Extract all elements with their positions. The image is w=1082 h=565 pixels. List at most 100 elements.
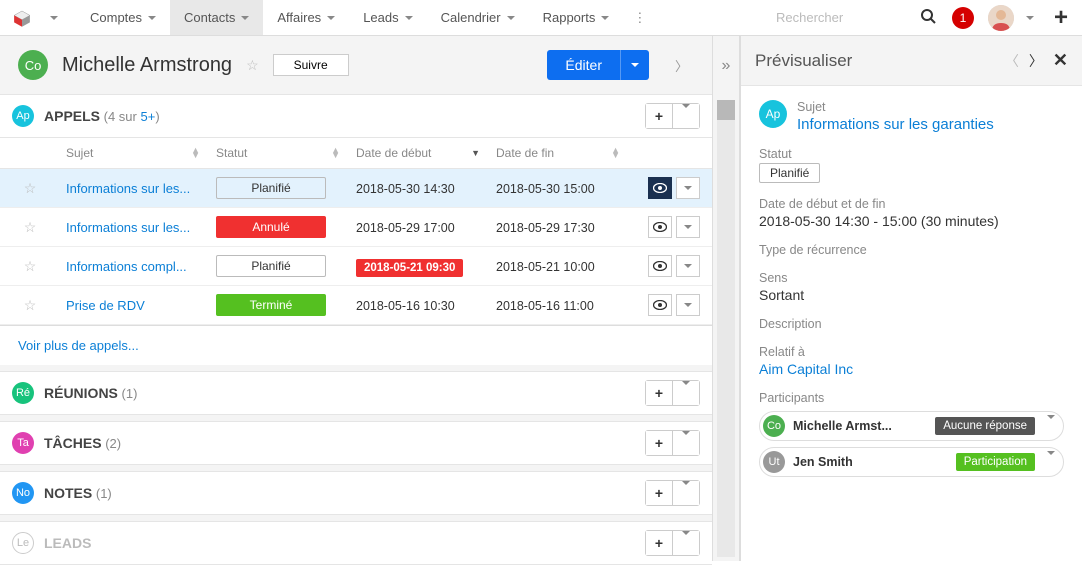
sort-icon[interactable]: ▲▼ <box>191 148 200 158</box>
caret-down-icon <box>405 16 413 20</box>
appels-count-link[interactable]: 5+ <box>140 109 155 124</box>
col-start[interactable]: Date de début <box>356 146 431 160</box>
appels-add-button[interactable]: + <box>646 104 673 128</box>
app-logo-icon[interactable] <box>8 4 36 32</box>
nav-item-calendrier[interactable]: Calendrier <box>427 0 529 35</box>
row-favorite-icon[interactable]: ☆ <box>24 258 37 274</box>
record-header: Co Michelle Armstrong ☆ Suivre Éditer 〉 <box>0 36 712 94</box>
row-menu-button[interactable] <box>676 294 700 316</box>
participant-response-badge: Participation <box>956 453 1035 471</box>
table-row[interactable]: ☆Informations sur les...Planifié2018-05-… <box>0 169 712 208</box>
row-subject-link[interactable]: Informations sur les... <box>66 181 204 196</box>
preview-title: Prévisualiser <box>755 51 852 71</box>
caret-down-icon <box>682 531 690 551</box>
panel-add-button[interactable]: + <box>646 531 673 555</box>
row-favorite-icon[interactable]: ☆ <box>24 219 37 235</box>
table-row[interactable]: ☆Informations sur les...Annulé2018-05-29… <box>0 208 712 247</box>
panel-header-réunions[interactable]: RéRÉUNIONS (1)+ <box>0 371 712 415</box>
row-favorite-icon[interactable]: ☆ <box>24 180 37 196</box>
row-menu-button[interactable] <box>676 177 700 199</box>
caret-down-icon <box>682 381 690 401</box>
preview-row-icon[interactable] <box>648 294 672 316</box>
participant-menu-icon[interactable] <box>1043 419 1059 434</box>
follow-button[interactable]: Suivre <box>273 54 349 76</box>
row-favorite-icon[interactable]: ☆ <box>24 297 37 313</box>
nav-item-comptes[interactable]: Comptes <box>76 0 170 35</box>
panel-menu-button[interactable] <box>673 481 699 505</box>
table-row[interactable]: ☆Informations compl...Planifié2018-05-21… <box>0 247 712 286</box>
panel-menu-button[interactable] <box>673 431 699 455</box>
user-avatar[interactable] <box>988 5 1014 31</box>
record-type-badge: Co <box>18 50 48 80</box>
table-row[interactable]: ☆Prise de RDVTerminé2018-05-16 10:302018… <box>0 286 712 325</box>
search-icon[interactable] <box>912 8 944 27</box>
favorite-star-icon[interactable]: ☆ <box>246 57 259 74</box>
record-title: Michelle Armstrong <box>62 54 232 77</box>
row-subject-link[interactable]: Informations compl... <box>66 259 204 274</box>
panel-badge-icon: Le <box>12 532 34 554</box>
row-status-badge: Planifié <box>216 255 326 277</box>
panel-menu-button[interactable] <box>673 381 699 405</box>
preview-next-icon[interactable]: 〉 <box>1029 51 1043 71</box>
pv-description-label: Description <box>759 317 1064 331</box>
search-input[interactable] <box>772 6 912 29</box>
notification-badge[interactable]: 1 <box>952 7 974 29</box>
nav-item-rapports[interactable]: Rapports <box>529 0 624 35</box>
participant-menu-icon[interactable] <box>1043 455 1059 470</box>
pv-related-link[interactable]: Aim Capital Inc <box>759 361 853 377</box>
col-end[interactable]: Date de fin <box>496 146 554 160</box>
panel-count: (1) <box>96 486 112 501</box>
pv-subject-link[interactable]: Informations sur les garanties <box>797 116 994 133</box>
nav-more-icon[interactable]: ⋮ <box>623 10 656 26</box>
panel-title: NOTES <box>44 485 92 501</box>
preview-prev-icon[interactable]: 〈 <box>1005 51 1019 71</box>
pv-recurrence-label: Type de récurrence <box>759 243 1064 257</box>
panel-menu-button[interactable] <box>673 531 699 555</box>
nav-item-leads[interactable]: Leads <box>349 0 426 35</box>
caret-down-icon <box>1026 16 1034 20</box>
participant-row: UtJen SmithParticipation <box>759 447 1064 477</box>
participant-name: Michelle Armst... <box>793 419 927 433</box>
edit-menu-caret[interactable] <box>620 50 649 80</box>
vertical-scrollbar[interactable] <box>717 100 735 557</box>
more-appels-link[interactable]: Voir plus de appels... <box>18 338 139 353</box>
row-status-badge: Annulé <box>216 216 326 238</box>
panel-header-notes[interactable]: NoNOTES (1)+ <box>0 471 712 515</box>
preview-row-icon[interactable] <box>648 177 672 199</box>
panel-title: TÂCHES <box>44 435 102 451</box>
next-record-icon[interactable]: 〉 <box>669 56 694 75</box>
preview-close-icon[interactable]: ✕ <box>1053 50 1068 71</box>
caret-down-icon <box>50 16 58 20</box>
side-resize-handle[interactable]: » <box>712 36 740 561</box>
global-add-button[interactable]: + <box>1040 4 1082 32</box>
panel-header-tâches[interactable]: TaTÂCHES (2)+ <box>0 421 712 465</box>
panel-header-leads[interactable]: LeLEADS + <box>0 521 712 565</box>
col-status[interactable]: Statut <box>216 146 247 160</box>
edit-button[interactable]: Éditer <box>547 50 620 80</box>
sort-desc-icon[interactable]: ▼ <box>471 151 480 156</box>
expand-preview-icon[interactable]: » <box>713 36 739 96</box>
panel-title: RÉUNIONS <box>44 385 118 401</box>
col-subject[interactable]: Sujet <box>66 146 93 160</box>
logo-menu[interactable] <box>36 0 72 35</box>
caret-down-icon <box>148 16 156 20</box>
user-menu-caret[interactable] <box>1020 0 1040 35</box>
panel-add-button[interactable]: + <box>646 431 673 455</box>
row-subject-link[interactable]: Informations sur les... <box>66 220 204 235</box>
panel-add-button[interactable]: + <box>646 481 673 505</box>
horizontal-scrollbar[interactable] <box>0 325 712 326</box>
nav-item-contacts[interactable]: Contacts <box>170 0 263 35</box>
preview-row-icon[interactable] <box>648 255 672 277</box>
panel-add-button[interactable]: + <box>646 381 673 405</box>
caret-down-icon <box>684 186 692 190</box>
row-subject-link[interactable]: Prise de RDV <box>66 298 204 313</box>
appels-menu-button[interactable] <box>673 104 699 128</box>
nav-item-affaires[interactable]: Affaires <box>263 0 349 35</box>
appels-badge-icon: Ap <box>12 105 34 127</box>
row-menu-button[interactable] <box>676 255 700 277</box>
row-menu-button[interactable] <box>676 216 700 238</box>
sort-icon[interactable]: ▲▼ <box>331 148 340 158</box>
preview-row-icon[interactable] <box>648 216 672 238</box>
panel-count: (2) <box>105 436 121 451</box>
sort-icon[interactable]: ▲▼ <box>611 148 620 158</box>
